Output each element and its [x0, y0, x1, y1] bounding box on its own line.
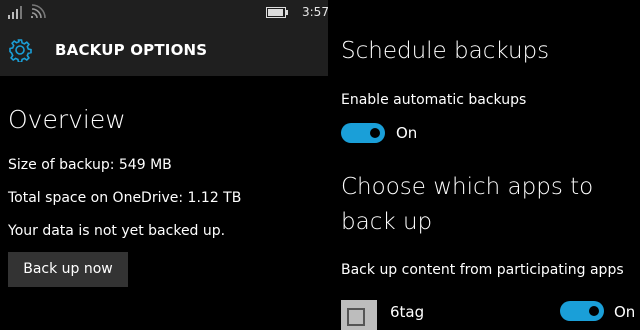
page-title: BACKUP OPTIONS [55, 41, 208, 59]
toggle-knob [370, 128, 380, 138]
choose-apps-heading: Choose which apps to back up [341, 174, 594, 235]
automatic-backups-toggle[interactable] [341, 123, 385, 143]
overview-heading: Overview [8, 105, 126, 134]
app-6tag-toggle[interactable] [560, 301, 604, 321]
app-name-6tag: 6tag [390, 303, 425, 321]
back-up-now-button[interactable]: Back up now [8, 252, 128, 287]
gear-icon [9, 39, 32, 62]
battery-icon [266, 7, 288, 18]
schedule-heading: Schedule backups [341, 38, 550, 64]
signal-icon [8, 6, 22, 19]
backup-status-text: Your data is not yet backed up. [8, 223, 226, 239]
app-icon-6tag [341, 300, 377, 330]
automatic-backups-toggle-state: On [396, 124, 418, 142]
participating-apps-label: Back up content from participating apps [341, 262, 624, 278]
wifi-icon [31, 4, 46, 19]
app-6tag-toggle-state: On [614, 303, 636, 321]
status-time: 3:57 [302, 5, 329, 19]
toggle-knob [589, 306, 599, 316]
backup-size-text: Size of backup: 549 MB [8, 157, 172, 173]
onedrive-space-text: Total space on OneDrive: 1.12 TB [8, 190, 242, 206]
enable-automatic-label: Enable automatic backups [341, 92, 527, 108]
camera-icon [347, 308, 365, 326]
